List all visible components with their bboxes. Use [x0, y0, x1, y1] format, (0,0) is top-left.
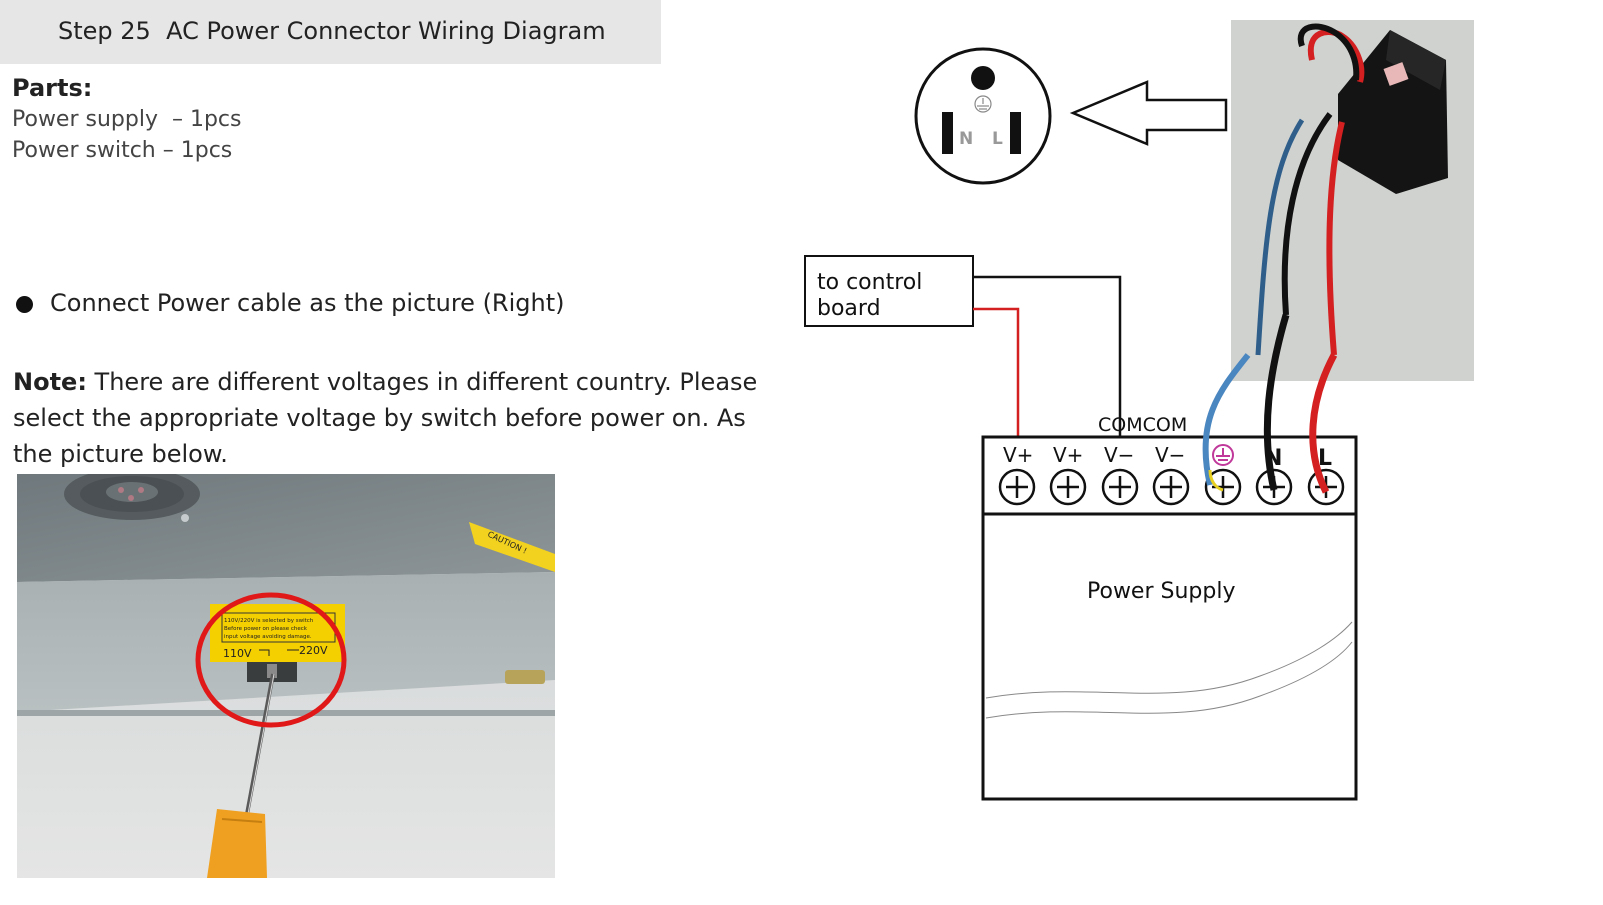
svg-text:input voltage avoiding damage.: input voltage avoiding damage.: [224, 634, 312, 640]
label-220v: 220V: [299, 644, 328, 657]
com-label: COMCOM: [1098, 414, 1187, 436]
terminal-screw-1: [998, 468, 1036, 506]
outlet-n-label: N: [959, 129, 973, 149]
note-label: Note:: [13, 368, 87, 396]
terminal-screw-4: [1152, 468, 1190, 506]
wiring-diagram: N L to control board COMCOM Power Supply…: [790, 10, 1490, 810]
terminal-label-v-minus-2: V−: [1155, 443, 1185, 467]
power-outlet-icon: N L: [914, 47, 1052, 185]
power-switch-photo: [1231, 20, 1474, 381]
arrow-left-icon: [1069, 80, 1228, 146]
outlet-l-label: L: [992, 129, 1003, 149]
terminal-label-v-plus-1: V+: [1003, 443, 1033, 467]
voltage-note: Note: There are different voltages in di…: [13, 364, 773, 472]
power-supply-label: Power Supply: [1087, 579, 1235, 604]
page-title: Step 25 AC Power Connector Wiring Diagra…: [58, 17, 606, 45]
parts-item-power-supply: Power supply – 1pcs: [12, 107, 242, 132]
control-board-label-line1: to control: [817, 270, 922, 295]
control-board-label-line2: board: [817, 296, 881, 321]
terminal-label-v-minus-1: V−: [1104, 443, 1134, 467]
svg-text:110V/220V is selected by switc: 110V/220V is selected by switch: [224, 618, 314, 624]
terminal-label-v-plus-2: V+: [1053, 443, 1083, 467]
terminal-screw-2: [1049, 468, 1087, 506]
control-board-box: to control board: [804, 255, 974, 327]
label-110v: 110V: [223, 647, 252, 660]
parts-item-power-switch: Power switch – 1pcs: [12, 138, 233, 163]
svg-text:Before power on please check: Before power on please check: [224, 626, 308, 632]
parts-heading: Parts:: [12, 74, 93, 102]
voltage-switch-photo: CAUTION ! 110V/220V is selected by switc…: [17, 474, 555, 878]
instruction-text: Connect Power cable as the picture (Righ…: [50, 289, 565, 317]
bullet-icon: [16, 296, 33, 313]
note-text: There are different voltages in differen…: [13, 368, 758, 468]
terminal-screw-3: [1101, 468, 1139, 506]
